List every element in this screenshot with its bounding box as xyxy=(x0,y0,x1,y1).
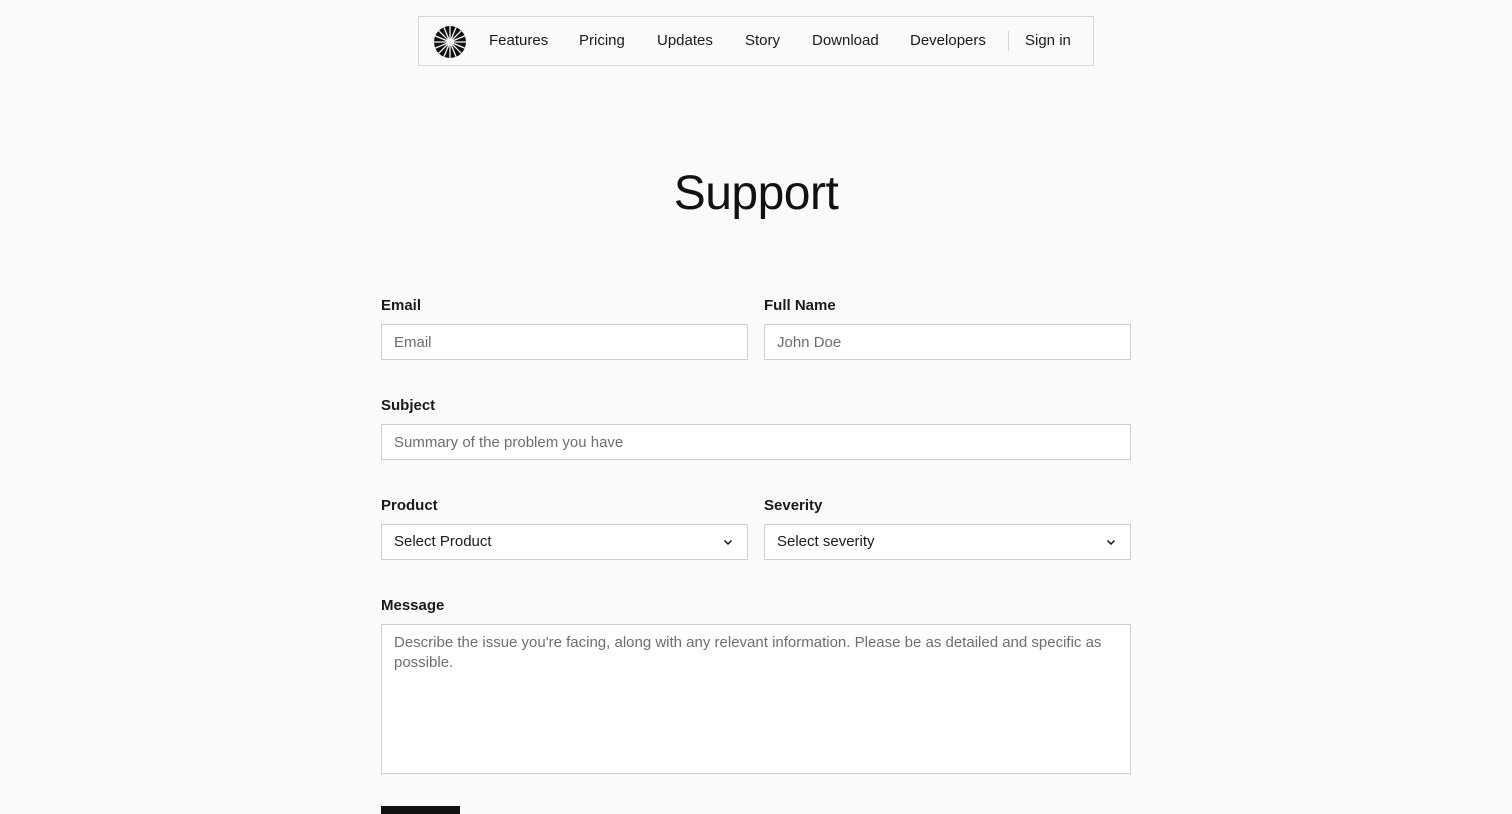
email-label: Email xyxy=(381,297,422,314)
nav-link-download[interactable]: Download xyxy=(812,17,879,65)
message-textarea[interactable] xyxy=(381,624,1131,774)
nav-link-developers[interactable]: Developers xyxy=(910,17,986,65)
nav-divider xyxy=(1008,31,1009,51)
product-select[interactable]: Select Product xyxy=(381,524,748,560)
submit-button[interactable] xyxy=(381,806,460,814)
top-nav: Features Pricing Updates Story Download … xyxy=(418,16,1094,66)
email-input[interactable] xyxy=(381,324,748,360)
sunburst-logo-icon[interactable] xyxy=(434,26,466,58)
subject-input[interactable] xyxy=(381,424,1131,460)
sign-in-link[interactable]: Sign in xyxy=(1025,17,1071,65)
page-title: Support xyxy=(673,167,839,220)
nav-link-pricing[interactable]: Pricing xyxy=(579,17,625,65)
severity-label: Severity xyxy=(764,497,823,514)
chevron-down-icon xyxy=(1106,539,1116,546)
full-name-input[interactable] xyxy=(764,324,1131,360)
nav-link-features[interactable]: Features xyxy=(489,17,548,65)
full-name-label: Full Name xyxy=(764,297,836,314)
product-select-value: Select Product xyxy=(394,533,492,550)
product-label: Product xyxy=(381,497,438,514)
message-label: Message xyxy=(381,597,445,614)
nav-link-updates[interactable]: Updates xyxy=(657,17,713,65)
nav-link-story[interactable]: Story xyxy=(745,17,780,65)
severity-select-value: Select severity xyxy=(777,533,875,550)
chevron-down-icon xyxy=(723,539,733,546)
subject-label: Subject xyxy=(381,397,436,414)
severity-select[interactable]: Select severity xyxy=(764,524,1131,560)
